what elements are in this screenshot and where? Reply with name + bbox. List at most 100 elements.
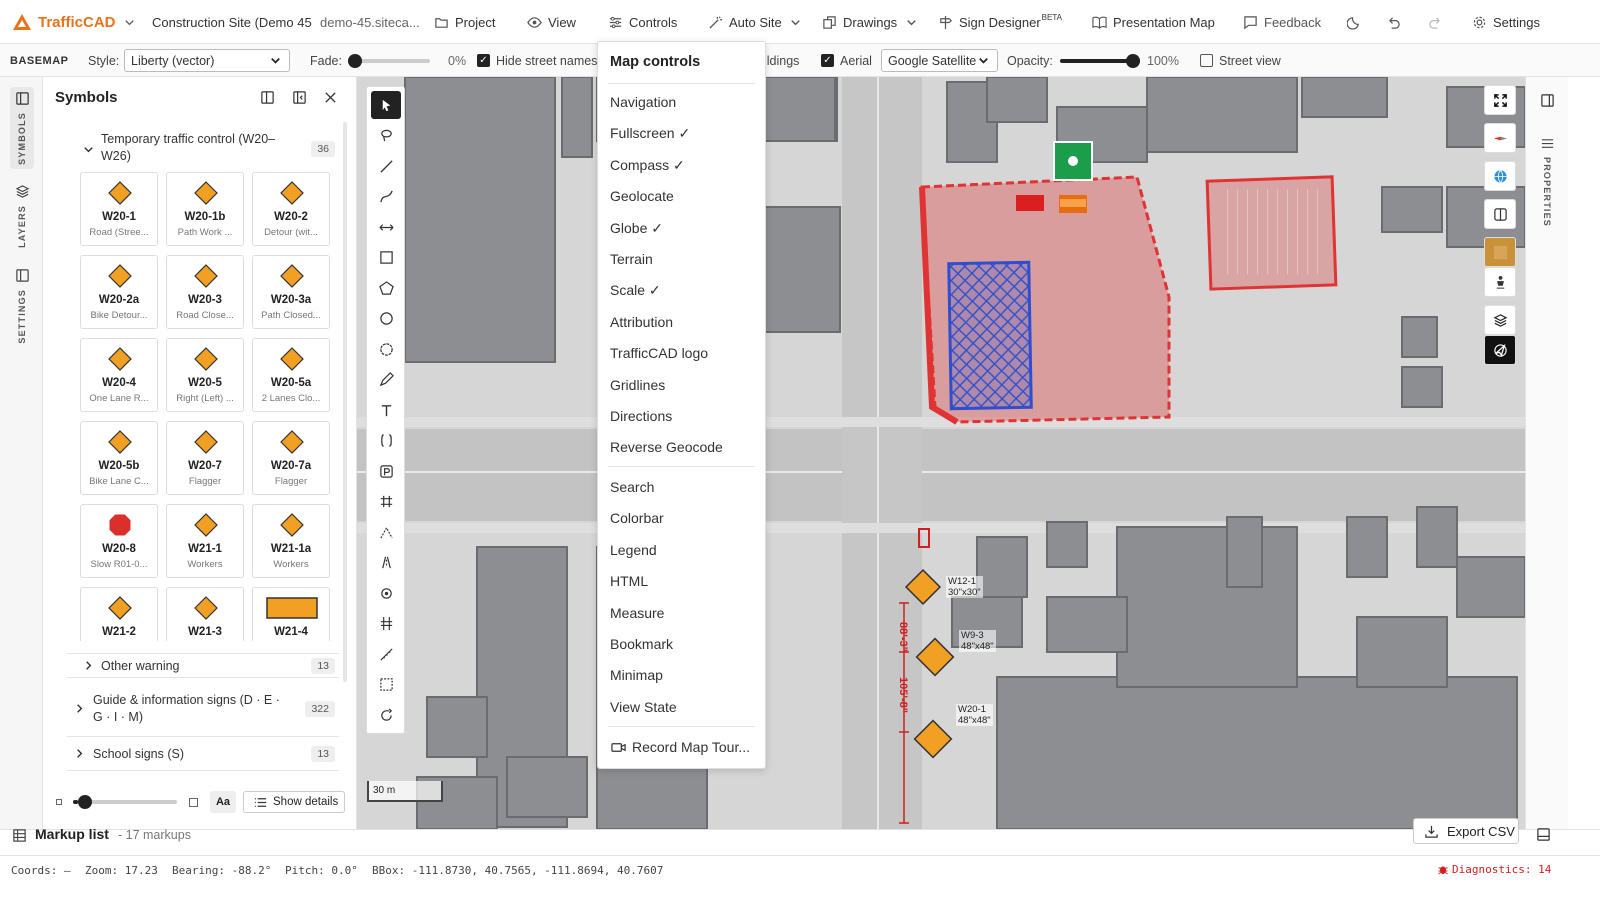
map-control-item[interactable]: Search [610, 479, 654, 495]
sign-card[interactable]: W21-3 [166, 587, 244, 641]
map-control-item[interactable]: Attribution [610, 314, 673, 330]
aerial-source-select[interactable]: Google Satellite [881, 49, 998, 72]
sign-card[interactable]: W20-3 Road Close... [166, 255, 244, 329]
rail-tab-layers[interactable]: LAYERS [10, 183, 34, 248]
aerial-toggle[interactable]: ✓ Aerial [821, 44, 872, 77]
location-button[interactable] [1484, 335, 1516, 365]
fade-slider-knob[interactable] [348, 53, 362, 68]
project-menu[interactable]: Project [433, 0, 495, 44]
rail-tab-properties[interactable]: PROPERTIES [1539, 135, 1555, 227]
opacity-slider-knob[interactable] [1126, 53, 1140, 68]
map-control-item[interactable]: Measure [610, 605, 664, 621]
sign-card[interactable]: W21-4 [252, 587, 330, 641]
map-canvas[interactable]: W12-1 30"x30" W9-3 48"x48" W20-1 48"x48" 88… [357, 77, 1525, 829]
sign-card[interactable]: W20-2 Detour (wit... [252, 172, 330, 246]
settings-button[interactable]: Settings [1471, 0, 1540, 44]
text-tool[interactable] [371, 396, 401, 424]
close-icon[interactable] [322, 89, 338, 105]
bracket-tool[interactable] [371, 427, 401, 455]
rail-tab-symbols[interactable]: SYMBOLS [10, 87, 34, 169]
symbol-size-slider[interactable] [73, 795, 177, 809]
map-control-item[interactable]: Terrain [610, 251, 653, 267]
rotate-tool[interactable] [371, 701, 401, 729]
group-temporary-traffic-control[interactable]: Temporary traffic control (W20– W26) 36 [67, 127, 339, 171]
map-control-item[interactable]: View State [610, 699, 677, 715]
sign-card[interactable]: W20-7 Flagger [166, 421, 244, 495]
fade-slider[interactable] [348, 53, 430, 68]
export-csv-button[interactable]: Export CSV [1413, 818, 1519, 844]
panel-right-icon[interactable] [1539, 92, 1555, 108]
group-other-warning[interactable]: Other warning 13 [67, 653, 339, 678]
feedback-button[interactable]: Feedback [1242, 0, 1321, 44]
project-name[interactable]: Construction Site (Demo 45 [152, 0, 312, 44]
crosswalk-tool[interactable] [371, 488, 401, 516]
opacity-slider[interactable] [1060, 53, 1140, 68]
terrain-button[interactable] [1484, 237, 1516, 267]
select-tool[interactable] [371, 91, 401, 119]
map-control-item[interactable]: Legend [610, 542, 657, 558]
layers-button[interactable] [1484, 305, 1516, 335]
sign-card[interactable]: W20-7a Flagger [252, 421, 330, 495]
sign-card[interactable]: W20-1 Road (Stree... [80, 172, 158, 246]
undo-button[interactable] [1385, 0, 1401, 44]
map-control-item[interactable]: HTML [610, 573, 648, 589]
map-control-item[interactable]: Reverse Geocode [610, 439, 723, 455]
group-guide-information[interactable]: Guide & information signs (D · E · G · I… [67, 681, 339, 737]
street-view-toggle[interactable]: Street view [1200, 44, 1281, 77]
sign-card[interactable]: W21-1a Workers [252, 504, 330, 578]
area-tool[interactable] [371, 671, 401, 699]
map-control-item[interactable]: Bookmark [610, 636, 673, 652]
map-control-item[interactable]: Fullscreen ✓ [610, 125, 690, 142]
style-select[interactable]: Liberty (vector) [124, 49, 290, 72]
fullscreen-button[interactable] [1484, 85, 1516, 115]
map-control-item[interactable]: Globe ✓ [610, 220, 663, 237]
taper-tool[interactable] [371, 518, 401, 546]
map-control-item[interactable]: TrafficCAD logo [610, 345, 708, 361]
controls-menu[interactable]: Controls [607, 0, 677, 44]
map-control-item[interactable]: Minimap [610, 667, 663, 683]
map-control-item[interactable]: Geolocate [610, 188, 674, 204]
record-map-tour-item[interactable]: Record Map Tour... [610, 739, 750, 755]
polygon-tool[interactable] [371, 274, 401, 302]
font-toggle-button[interactable]: Aa [210, 791, 236, 813]
barrier-tool[interactable] [371, 610, 401, 638]
app-logo[interactable]: TrafficCAD [12, 0, 138, 44]
line-tool[interactable] [371, 152, 401, 180]
compass-button[interactable] [1484, 123, 1516, 153]
panel-bottom-icon[interactable] [1535, 826, 1551, 842]
markup-list-title[interactable]: Markup list [35, 826, 109, 842]
freeform-tool[interactable] [371, 335, 401, 363]
map-control-item[interactable]: Directions [610, 408, 672, 424]
measure-tool[interactable] [371, 213, 401, 241]
street-view-button[interactable] [1484, 267, 1516, 297]
curve-tool[interactable] [371, 183, 401, 211]
sign-designer-menu[interactable]: Sign Designer BETA [937, 0, 1062, 44]
group-school-signs[interactable]: School signs (S) 13 [67, 737, 339, 771]
view-menu[interactable]: View [526, 0, 576, 44]
sign-card[interactable]: W20-5 Right (Left) ... [166, 338, 244, 412]
aerial-checkbox[interactable]: ✓ [821, 54, 834, 67]
diagnostics-button[interactable]: Diagnostics: 14 [1437, 863, 1551, 876]
dock-left-icon[interactable] [259, 89, 275, 105]
circle-tool[interactable] [371, 305, 401, 333]
rail-tab-settings[interactable]: SETTINGS [10, 267, 34, 344]
map-control-item[interactable]: Colorbar [610, 510, 664, 526]
sign-card[interactable]: W20-4 One Lane R... [80, 338, 158, 412]
map-control-item[interactable]: Compass ✓ [610, 157, 685, 174]
pen-tool[interactable] [371, 366, 401, 394]
hide-street-names-toggle[interactable]: ✓ Hide street names [477, 44, 597, 77]
scrollbar[interactable] [343, 122, 347, 682]
lane-tool[interactable] [371, 549, 401, 577]
street-view-checkbox[interactable] [1200, 54, 1213, 67]
point-tool[interactable] [371, 579, 401, 607]
ruler-tool[interactable] [371, 640, 401, 668]
parking-tool[interactable] [371, 457, 401, 485]
sign-card[interactable]: W20-5b Bike Lane C... [80, 421, 158, 495]
auto-site-menu[interactable]: Auto Site [707, 0, 804, 44]
sign-card[interactable]: W21-2 [80, 587, 158, 641]
collapse-panel-icon[interactable] [291, 89, 307, 105]
drawings-menu[interactable]: Drawings [821, 0, 919, 44]
map-control-item[interactable]: Scale ✓ [610, 282, 661, 299]
show-details-button[interactable]: Show details [243, 791, 345, 813]
sign-card[interactable]: W20-3a Path Closed... [252, 255, 330, 329]
